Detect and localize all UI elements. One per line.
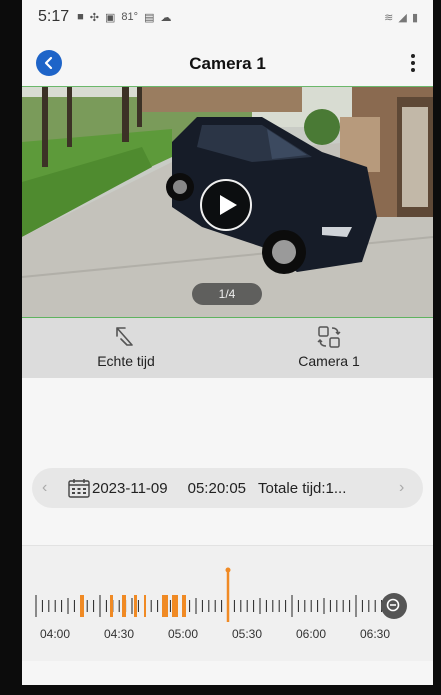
timeline-label: 06:30 [360, 627, 390, 641]
recording-timeline[interactable]: 04:00 04:30 05:00 05:30 06:00 06:30 [22, 545, 433, 661]
recording-segment[interactable] [122, 595, 126, 617]
more-options-button[interactable] [407, 50, 419, 76]
recording-segment[interactable] [172, 595, 178, 617]
play-button[interactable] [200, 179, 252, 231]
timeline-label: 05:00 [168, 627, 198, 641]
calendar-icon[interactable] [68, 478, 90, 498]
recording-segment[interactable] [162, 595, 168, 617]
return-arrow-icon [116, 327, 133, 346]
image-icon: ▣ [105, 11, 116, 24]
recording-segment[interactable] [182, 595, 186, 617]
cloud-icon: ☁ [160, 11, 172, 24]
more-dot [411, 54, 415, 58]
switch-camera-button[interactable]: Camera 1 [239, 318, 419, 378]
title-bar: Camera 1 [22, 40, 433, 86]
timeline-ruler[interactable]: 04:00 04:30 05:00 05:30 06:00 06:30 [22, 546, 433, 661]
zoom-button[interactable] [381, 593, 407, 619]
selected-date[interactable]: 2023-11-09 [92, 480, 168, 497]
notification-icons: ■ ✣ ▣ 81° ▤ ☁ [77, 11, 171, 24]
temperature-text: 81° [121, 10, 139, 23]
signal-icon: ◢ [398, 11, 408, 24]
date-selector: ‹ 2023-11-09 05:20:05 Totale tijd:1... › [32, 468, 423, 508]
current-time: 05:20:05 [187, 479, 247, 497]
wifi-icon: ≋ [384, 11, 395, 24]
more-dot [411, 68, 415, 72]
status-bar: 5:17 ■ ✣ ▣ 81° ▤ ☁ ≋ ◢ ▮ [22, 0, 433, 34]
phone-screen: 5:17 ■ ✣ ▣ 81° ▤ ☁ ≋ ◢ ▮ Camera 1 1/4 Ec… [22, 0, 433, 685]
timeline-label: 06:00 [296, 627, 326, 641]
play-icon [220, 195, 237, 215]
camera-name-label: Camera 1 [298, 353, 360, 369]
playback-controls: Echte tijd Camera 1 [22, 318, 433, 378]
chevron-left-icon[interactable]: ‹ [42, 479, 56, 497]
live-view-label: Echte tijd [97, 353, 155, 369]
playhead-handle[interactable] [225, 567, 231, 573]
recording-segment[interactable] [80, 595, 84, 617]
doc-icon: ▤ [144, 11, 155, 24]
more-dot [411, 61, 415, 65]
chevron-right-icon[interactable]: › [399, 479, 413, 497]
recording-segment[interactable] [134, 595, 137, 617]
timeline-label: 04:30 [104, 627, 134, 641]
total-time: Totale tijd:1... [258, 479, 347, 497]
message-icon: ■ [77, 10, 84, 23]
page-title: Camera 1 [189, 54, 266, 73]
video-player[interactable]: 1/4 [22, 86, 433, 319]
device-frame: 5:17 ■ ✣ ▣ 81° ▤ ☁ ≋ ◢ ▮ Camera 1 1/4 Ec… [0, 0, 441, 695]
status-time: 5:17 [38, 8, 70, 25]
recording-segment[interactable] [110, 595, 113, 617]
system-icons: ≋ ◢ ▮ [384, 11, 419, 24]
live-view-button[interactable]: Echte tijd [36, 318, 216, 378]
recording-segment[interactable] [144, 595, 146, 617]
switch-camera-icon [317, 326, 341, 348]
battery-icon: ▮ [411, 11, 419, 24]
grid-icon: ✣ [89, 11, 100, 24]
page-indicator: 1/4 [192, 283, 262, 305]
timeline-label: 05:30 [232, 627, 262, 641]
timeline-label: 04:00 [40, 627, 70, 641]
